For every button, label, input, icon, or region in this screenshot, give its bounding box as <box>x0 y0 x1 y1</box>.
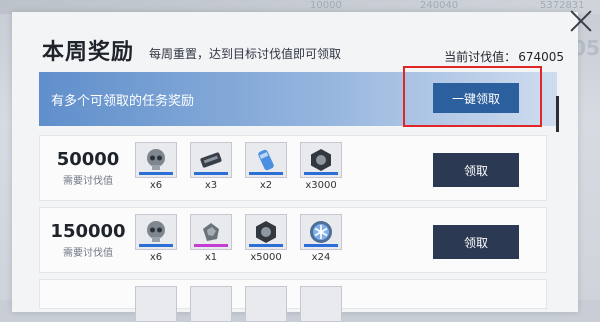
claim-button[interactable]: 领取 <box>433 225 519 259</box>
hex-nut-icon <box>253 219 279 245</box>
reward-item[interactable]: x24 <box>300 214 342 263</box>
reward-item[interactable]: x3 <box>190 142 232 191</box>
reward-item[interactable]: x1 <box>190 214 232 263</box>
skull-supply-icon <box>143 147 169 173</box>
panel-title: 本周奖励 <box>42 34 134 66</box>
item-count: x6 <box>135 180 177 191</box>
reward-item[interactable] <box>135 286 177 322</box>
panel-subtitle: 每周重置，达到目标讨伐值即可领取 <box>149 45 341 62</box>
background-stat: 240040 <box>420 0 458 11</box>
item-count: x24 <box>300 252 342 263</box>
canister-supply-icon <box>253 147 279 173</box>
current-points-label: 当前讨伐值： <box>444 50 516 64</box>
gear-chunk-icon <box>198 219 224 245</box>
claim-button[interactable]: 领取 <box>433 153 519 187</box>
item-count: x3 <box>190 180 232 191</box>
chip-supply-icon <box>198 147 224 173</box>
item-count: x3000 <box>300 180 342 191</box>
reward-item[interactable] <box>245 286 287 322</box>
close-icon[interactable] <box>568 8 594 34</box>
reward-row: 150000 需要讨伐值 x6 x1 x5000 <box>39 207 547 273</box>
highlight-box <box>403 66 542 127</box>
reward-item[interactable]: x2 <box>245 142 287 191</box>
reward-item[interactable] <box>300 286 342 322</box>
hex-nut-icon <box>308 147 334 173</box>
requirement: 150000 需要讨伐值 <box>48 222 128 259</box>
item-count: x5000 <box>245 252 287 263</box>
item-count: x2 <box>245 180 287 191</box>
requirement-label: 需要讨伐值 <box>48 172 128 187</box>
snowflake-badge-icon <box>308 219 334 245</box>
reward-item[interactable]: x6 <box>135 214 177 263</box>
current-points: 当前讨伐值：674005 <box>444 48 564 65</box>
reward-item[interactable] <box>190 286 232 322</box>
item-count: x1 <box>190 252 232 263</box>
requirement-value: 50000 <box>48 150 128 170</box>
reward-row <box>39 279 547 309</box>
item-count: x6 <box>135 252 177 263</box>
reward-item[interactable]: x6 <box>135 142 177 191</box>
current-points-value: 674005 <box>518 50 564 64</box>
reward-item[interactable]: x5000 <box>245 214 287 263</box>
banner-text: 有多个可领取的任务奖励 <box>51 90 194 109</box>
list-scrollbar[interactable] <box>556 96 559 132</box>
background-stat: 10000 <box>310 0 342 11</box>
reward-row: 50000 需要讨伐值 x6 x3 x2 <box>39 135 547 201</box>
requirement: 50000 需要讨伐值 <box>48 150 128 187</box>
reward-item[interactable]: x3000 <box>300 142 342 191</box>
requirement-value: 150000 <box>48 222 128 242</box>
requirement-label: 需要讨伐值 <box>48 244 128 259</box>
skull-supply-icon <box>143 219 169 245</box>
